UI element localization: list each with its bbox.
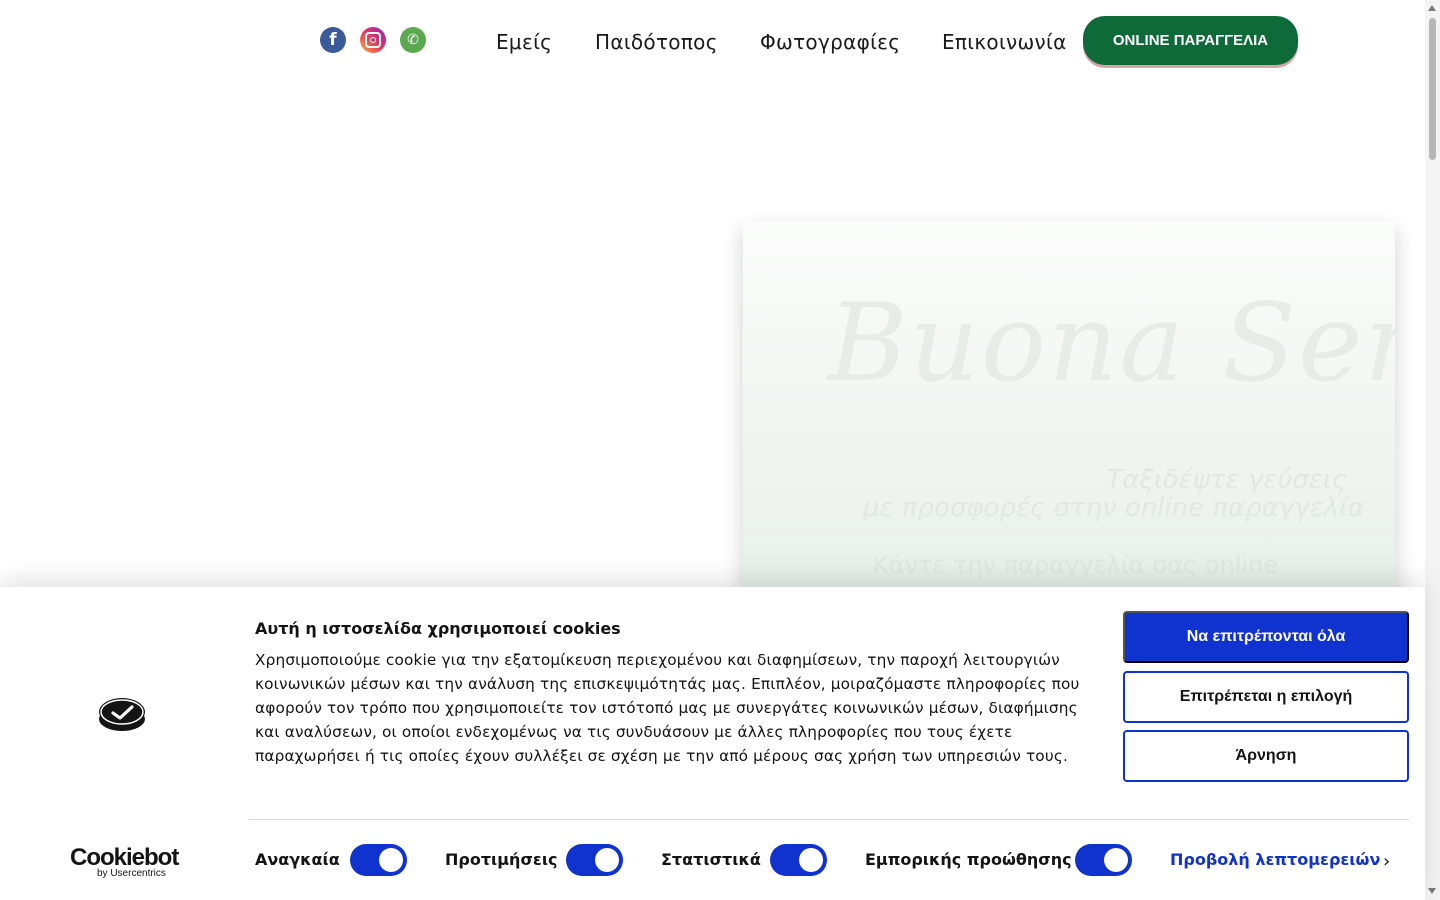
- nav-item-photos[interactable]: Φωτογραφίες: [760, 30, 900, 54]
- nav-item-contact[interactable]: Επικοινωνία: [942, 30, 1067, 54]
- hero-cta-text[interactable]: Κάντε την παραγγελία σας online: [873, 551, 1278, 579]
- online-order-button[interactable]: ONLINE ΠΑΡΑΓΓΕΛΙΑ: [1083, 16, 1298, 65]
- toggle-statistics[interactable]: [770, 844, 827, 876]
- page-scrollbar[interactable]: [1425, 0, 1440, 900]
- toggle-knob: [1104, 848, 1128, 872]
- chevron-right-icon[interactable]: ›: [1383, 851, 1390, 872]
- hero-title: Buona Sera: [828, 281, 1395, 406]
- toggle-label-preferences: Προτιμήσεις: [445, 850, 558, 869]
- toggle-label-necessary: Αναγκαία: [255, 850, 340, 869]
- phone-icon[interactable]: ✆: [400, 27, 426, 53]
- banner-divider: [249, 819, 1409, 820]
- hero-card: Buona Sera Ταξιδέψτε γεύσεις με προσφορέ…: [743, 221, 1395, 621]
- scroll-up-icon[interactable]: [1428, 5, 1436, 11]
- toggle-knob: [799, 848, 823, 872]
- hero-subtitle: Ταξιδέψτε γεύσεις: [1106, 465, 1347, 495]
- toggle-knob: [379, 848, 403, 872]
- allow-all-button[interactable]: Να επιτρέπονται όλα: [1123, 611, 1409, 663]
- instagram-icon[interactable]: [360, 27, 386, 53]
- deny-button[interactable]: Άρνηση: [1123, 730, 1409, 782]
- cookie-description: Χρησιμοποιούμε cookie για την εξατομίκευ…: [255, 651, 1080, 765]
- allow-selection-button[interactable]: Επιτρέπεται η επιλογή: [1123, 671, 1409, 723]
- toggle-marketing[interactable]: [1075, 844, 1132, 876]
- cookie-banner: Αυτή η ιστοσελίδα χρησιμοποιεί cookies Χ…: [0, 587, 1425, 900]
- show-details-link[interactable]: Προβολή λεπτομερειών: [1170, 850, 1380, 869]
- cookie-title: Αυτή η ιστοσελίδα χρησιμοποιεί cookies: [255, 619, 621, 638]
- nav-item-about[interactable]: Εμείς: [496, 30, 552, 54]
- toggle-label-marketing: Εμπορικής προώθησης: [865, 850, 1072, 869]
- toggle-preferences[interactable]: [566, 844, 623, 876]
- cookiebot-logo: Cookiebot by Usercentrics: [70, 844, 179, 879]
- scrollbar-thumb[interactable]: [1429, 18, 1436, 160]
- toggle-label-statistics: Στατιστικά: [661, 850, 761, 869]
- hero-subtitle-secondary: με προσφορές στην online παραγγελία: [862, 493, 1365, 523]
- camera-icon: [365, 32, 381, 48]
- nav-item-playground[interactable]: Παιδότοπος: [595, 30, 718, 54]
- scroll-down-icon[interactable]: [1428, 888, 1436, 894]
- facebook-icon[interactable]: f: [320, 27, 346, 53]
- toggle-necessary[interactable]: [350, 844, 407, 876]
- cookiebot-icon: [99, 698, 145, 731]
- toggle-knob: [595, 848, 619, 872]
